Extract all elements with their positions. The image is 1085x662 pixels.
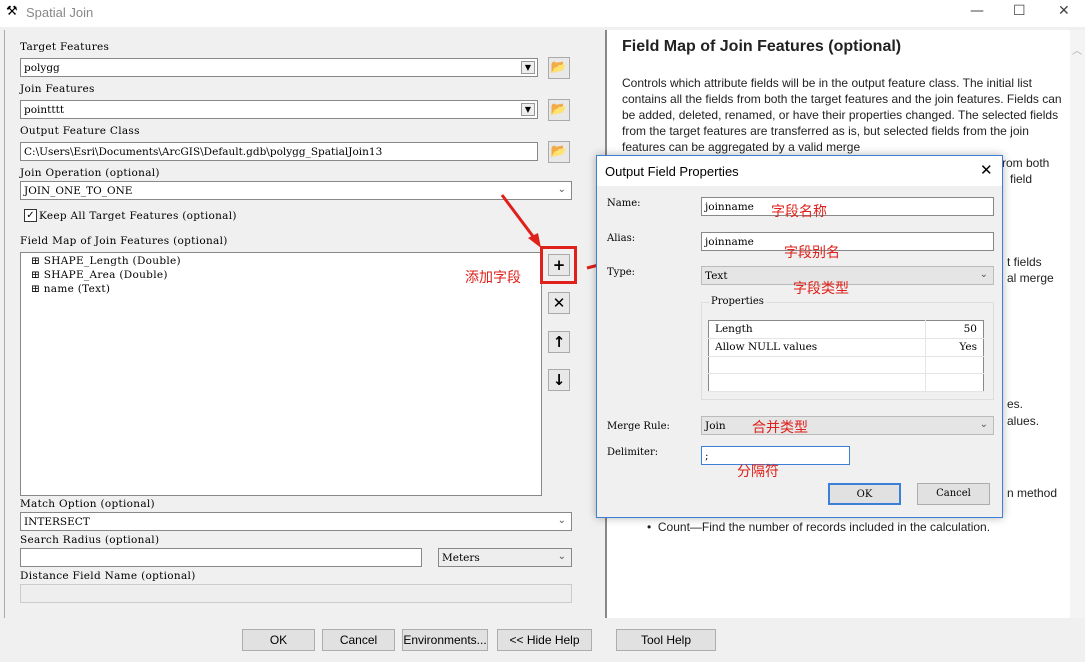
annotation-merge: 合并类型 (752, 420, 808, 436)
dialog-title: Output Field Properties (605, 164, 739, 179)
annotation-name: 字段名称 (771, 204, 827, 220)
property-row[interactable]: Length 50 (708, 320, 984, 339)
help-text: n method (1007, 486, 1058, 500)
name-label: Name: (607, 198, 641, 209)
merge-rule-select[interactable]: Join ⌄ (701, 416, 994, 435)
name-input[interactable]: joinname (701, 197, 994, 216)
help-scrollbar[interactable]: ︿ (1070, 30, 1085, 618)
help-bullet: • Count—Find the number of records inclu… (647, 520, 991, 534)
help-body: Controls which attribute fields will be … (622, 76, 1062, 154)
help-title: Field Map of Join Features (optional) (622, 38, 902, 55)
chevron-down-icon: ⌄ (979, 269, 988, 280)
type-label: Type: (607, 267, 636, 278)
environments-button[interactable]: Environments... (402, 629, 488, 651)
properties-grid[interactable]: Length 50 Allow NULL values Yes (708, 320, 984, 392)
alias-label: Alias: (607, 233, 636, 244)
properties-label: Properties (709, 296, 766, 307)
annotation-type: 字段类型 (793, 281, 849, 297)
tool-help-button[interactable]: Tool Help (616, 629, 716, 651)
annotation-delimiter: 分隔符 (737, 464, 779, 480)
help-text: field (1010, 172, 1033, 186)
hide-help-button[interactable]: << Hide Help (497, 629, 592, 651)
dialog-close-button[interactable]: ✕ (980, 161, 993, 179)
merge-rule-label: Merge Rule: (607, 421, 670, 432)
cancel-button[interactable]: Cancel (322, 629, 395, 651)
dialog-ok-button[interactable]: OK (828, 483, 901, 505)
property-row[interactable]: Allow NULL values Yes (708, 338, 984, 357)
alias-input[interactable]: joinname (701, 232, 994, 251)
help-text: es. (1007, 397, 1024, 411)
help-text: al merge (1007, 271, 1054, 285)
delimiter-label: Delimiter: (607, 447, 659, 458)
button-bar: OK Cancel Environments... << Hide Help T… (0, 620, 1085, 662)
dialog-title-bar: Output Field Properties ✕ (597, 156, 1002, 186)
properties-group: Properties Length 50 Allow NULL values Yes (701, 296, 994, 400)
help-text: t fields (1007, 255, 1042, 269)
chevron-down-icon: ⌄ (979, 419, 988, 430)
dialog-cancel-button[interactable]: Cancel (917, 483, 990, 505)
output-field-properties-dialog: Output Field Properties ✕ Name: joinname… (596, 155, 1003, 518)
ok-button[interactable]: OK (242, 629, 315, 651)
help-text: rom both (1002, 156, 1050, 170)
help-text: alues. (1007, 414, 1040, 428)
annotation-alias: 字段别名 (784, 245, 840, 261)
